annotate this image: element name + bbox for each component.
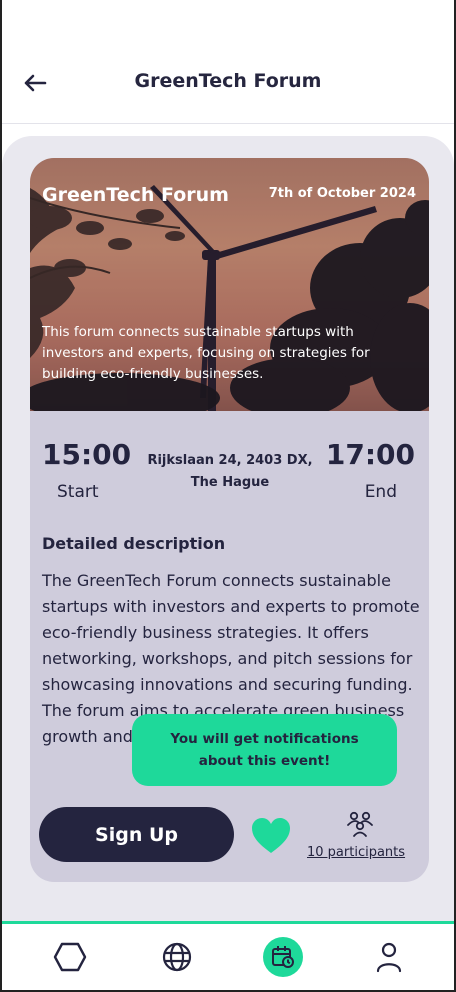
people-icon [347, 811, 373, 837]
notification-toast: You will get notifications about this ev… [132, 714, 397, 786]
page-title: GreenTech Forum [134, 70, 322, 92]
nav-explore[interactable] [157, 937, 197, 977]
globe-icon [162, 942, 192, 972]
favorite-button[interactable] [251, 817, 291, 855]
event-address: Rijkslaan 24, 2403 DX, The Hague [147, 453, 313, 490]
heart-icon [252, 818, 290, 853]
user-icon [376, 942, 402, 973]
calendar-clock-icon [272, 946, 294, 968]
bottom-navigation [0, 921, 456, 992]
event-date: 7th of October 2024 [268, 186, 416, 201]
participants-link[interactable]: 10 participants [307, 845, 405, 860]
nav-home[interactable] [50, 937, 90, 977]
event-hero-image: GreenTech Forum 7th of October 2024 This… [30, 158, 429, 411]
event-summary: This forum connects sustainable startups… [42, 324, 370, 382]
start-label: Start [57, 482, 99, 502]
end-time: 17:00 [325, 438, 415, 471]
description-heading: Detailed description [42, 534, 226, 553]
event-title: GreenTech Forum [42, 184, 229, 206]
end-label: End [364, 482, 397, 502]
start-time: 15:00 [42, 438, 132, 471]
sign-up-button[interactable]: Sign Up [39, 807, 234, 862]
event-time-row: 15:00 Start Rijkslaan 24, 2403 DX, The H… [30, 438, 429, 508]
top-bar: GreenTech Forum [0, 0, 456, 124]
nav-profile[interactable] [369, 937, 409, 977]
hexagon-icon [53, 942, 87, 972]
nav-events[interactable] [263, 937, 303, 977]
